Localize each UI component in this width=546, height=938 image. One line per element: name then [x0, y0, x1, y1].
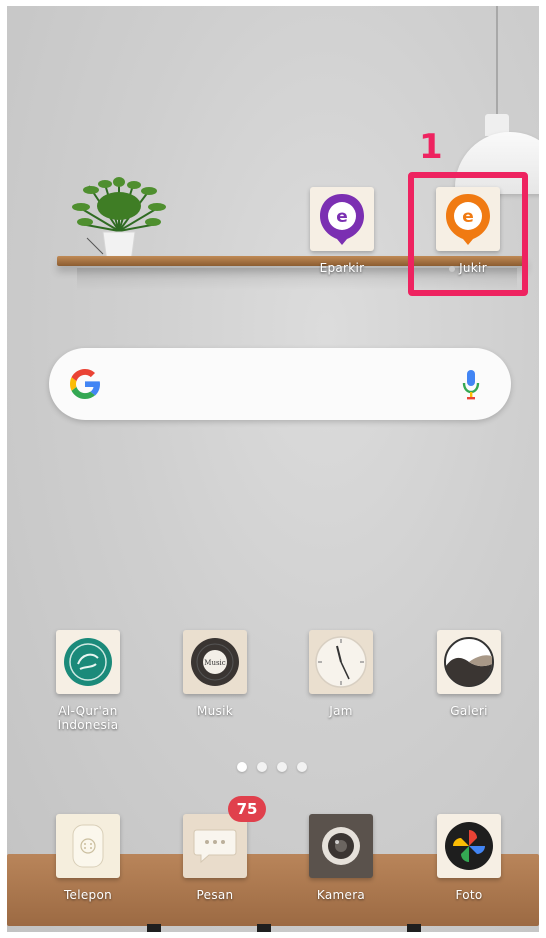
quran-icon	[56, 630, 120, 694]
app-telepon[interactable]: Telepon	[38, 814, 138, 902]
message-icon	[183, 814, 247, 878]
table-leg	[147, 924, 161, 932]
app-label: Musik	[197, 704, 233, 718]
table-leg	[257, 924, 271, 932]
lamp-cord	[496, 6, 498, 116]
camera-icon	[309, 814, 373, 878]
eparkir-app-icon: e	[310, 187, 374, 251]
app-al-quran[interactable]: Al-Qur'an Indonesia	[38, 630, 138, 732]
app-jam[interactable]: Jam	[291, 630, 391, 718]
page-indicator[interactable]	[237, 762, 307, 772]
table-leg	[407, 924, 421, 932]
clock-icon	[309, 630, 373, 694]
app-kamera[interactable]: Kamera	[291, 814, 391, 902]
page-dot-4[interactable]	[297, 762, 307, 772]
page-dot-2[interactable]	[257, 762, 267, 772]
app-label: Foto	[455, 888, 483, 902]
annotation-highlight-box	[408, 172, 528, 296]
plant-decoration	[72, 177, 166, 263]
annotation-step-number: 1	[419, 127, 443, 167]
google-g-icon	[70, 369, 100, 399]
page-dot-3[interactable]	[277, 762, 287, 772]
phone-icon	[56, 814, 120, 878]
app-foto[interactable]: Foto	[419, 814, 519, 902]
microphone-icon[interactable]	[461, 368, 481, 402]
music-icon-text: Music	[204, 659, 226, 667]
app-label: Telepon	[63, 888, 113, 902]
app-galeri[interactable]: Galeri	[419, 630, 519, 718]
app-pesan[interactable]: Pesan	[165, 814, 265, 902]
notification-badge: 75	[228, 796, 266, 822]
app-label: Kamera	[316, 888, 366, 902]
app-musik[interactable]: Music Musik	[165, 630, 265, 718]
gallery-icon	[437, 630, 501, 694]
google-search-bar[interactable]	[49, 348, 511, 420]
music-icon: Music	[183, 630, 247, 694]
app-eparkir[interactable]: e Eparkir	[292, 187, 392, 275]
svg-text:e: e	[336, 207, 348, 227]
home-screen: e Eparkir e Jukir 1 Al-Qur'an Indonesia …	[7, 6, 539, 932]
app-label: Galeri	[450, 704, 488, 718]
app-label: Jam	[329, 704, 353, 718]
page-dot-1[interactable]	[237, 762, 247, 772]
app-label: Al-Qur'an Indonesia	[57, 704, 119, 732]
app-label: Eparkir	[319, 261, 365, 275]
app-label: Pesan	[196, 888, 234, 902]
photos-icon	[437, 814, 501, 878]
